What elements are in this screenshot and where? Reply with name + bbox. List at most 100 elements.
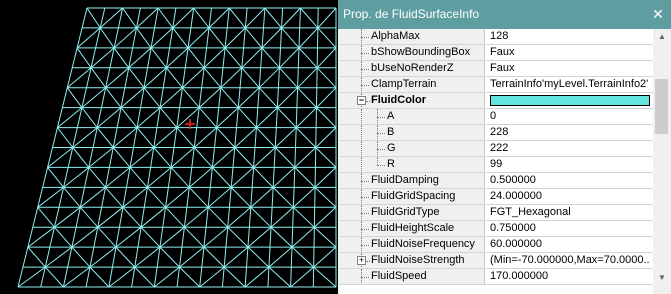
property-row[interactable]: B 228: [340, 125, 653, 141]
mesh-edge: [27, 246, 46, 268]
mesh-edge: [172, 7, 195, 29]
collapse-icon[interactable]: −: [357, 96, 366, 105]
mesh-edge: [120, 107, 138, 128]
property-value[interactable]: 0: [490, 110, 650, 122]
mesh-edge: [208, 7, 230, 29]
property-row-fluid-color[interactable]: − FluidColor: [340, 93, 653, 109]
property-row[interactable]: + FluidNoiseStrength (Min=-70.000000,Max…: [340, 253, 653, 269]
mesh-edge: [147, 187, 166, 208]
scroll-up-icon[interactable]: ▲: [653, 29, 671, 45]
property-name: R: [387, 158, 395, 170]
property-name: FluidDamping: [371, 174, 439, 186]
mesh-edge: [313, 266, 337, 288]
fluid-mesh-wireframe: [17, 7, 337, 288]
property-value[interactable]: TerrainInfo'myLevel.TerrainInfo2': [490, 78, 650, 90]
mesh-edge: [166, 47, 189, 69]
mesh-edge: [298, 47, 318, 69]
mesh-edge: [159, 246, 180, 268]
mesh-edge: [227, 226, 249, 248]
mesh-edge: [294, 167, 316, 188]
property-row[interactable]: ClampTerrain TerrainInfo'myLevel.Terrain…: [340, 77, 653, 93]
property-value[interactable]: 128: [490, 30, 650, 42]
mesh-edge: [316, 107, 337, 128]
mesh-edge: [170, 167, 190, 188]
mesh-edge: [193, 7, 210, 29]
mesh-edge: [281, 27, 300, 49]
property-value[interactable]: 0.500000: [490, 174, 650, 186]
mesh-edge: [54, 226, 73, 248]
mesh-edge: [237, 107, 257, 128]
mesh-edge: [71, 246, 91, 268]
mesh-edge: [314, 187, 337, 208]
mesh-edge: [212, 147, 236, 168]
mesh-edge: [203, 67, 222, 89]
property-row[interactable]: bUseNoRenderZ Faux: [340, 61, 653, 77]
mesh-edge: [140, 206, 166, 228]
mesh-edge: [247, 226, 272, 248]
property-name: FluidNoiseStrength: [371, 254, 465, 266]
mesh-edge: [316, 47, 337, 69]
mesh-edge: [268, 266, 291, 288]
property-name: ClampTerrain: [371, 78, 437, 90]
mesh-edge: [316, 67, 337, 89]
mesh-edge: [315, 127, 337, 148]
mesh-edge: [316, 87, 337, 108]
title-bar[interactable]: Prop. de FluidSurfaceInfo ✕: [338, 0, 671, 29]
expand-icon[interactable]: +: [357, 256, 366, 265]
mesh-edge: [293, 206, 315, 228]
mesh-edge: [159, 107, 178, 128]
mesh-edge: [256, 107, 278, 128]
property-value[interactable]: 24.000000: [490, 190, 650, 202]
close-icon[interactable]: ✕: [649, 5, 667, 23]
mesh-edge: [81, 107, 98, 128]
property-row[interactable]: FluidGridType FGT_Hexagonal: [340, 205, 653, 221]
mesh-edge: [228, 7, 246, 29]
mesh-edge: [313, 206, 337, 228]
property-value[interactable]: 60.000000: [490, 238, 650, 250]
mesh-edge: [147, 167, 172, 188]
color-swatch[interactable]: [490, 95, 650, 106]
mesh-edge: [250, 206, 272, 228]
property-row[interactable]: AlphaMax 128: [340, 29, 653, 45]
property-value[interactable]: Faux: [490, 62, 650, 74]
vertical-scrollbar[interactable]: ▲ ▼: [653, 29, 671, 294]
scroll-down-icon[interactable]: ▼: [653, 270, 671, 286]
property-value[interactable]: FGT_Hexagonal: [490, 206, 650, 218]
property-value[interactable]: (Min=-70.000000,Max=70.0000...: [490, 254, 650, 266]
property-row[interactable]: FluidGridSpacing 24.000000: [340, 189, 653, 205]
property-row[interactable]: FluidDamping 0.500000: [340, 173, 653, 189]
property-row[interactable]: A 0: [340, 109, 653, 125]
property-value[interactable]: 222: [490, 142, 650, 154]
property-name: FluidGridType: [371, 206, 440, 218]
mesh-edge: [300, 7, 319, 29]
viewport-wireframe[interactable]: [0, 0, 339, 294]
property-row[interactable]: bShowBoundingBox Faux: [340, 45, 653, 61]
property-row[interactable]: FluidHeightScale 0.750000: [340, 221, 653, 237]
property-value[interactable]: 170.000000: [490, 270, 650, 282]
mesh-edge: [224, 47, 243, 69]
property-row[interactable]: R 99: [340, 157, 653, 173]
property-row[interactable]: FluidNoiseFrequency 60.000000: [340, 237, 653, 253]
mesh-edge: [313, 226, 337, 248]
property-row[interactable]: FluidSpeed 170.000000: [340, 269, 653, 285]
mesh-edge: [272, 167, 296, 188]
mesh-edge: [188, 187, 209, 208]
property-value[interactable]: Faux: [490, 46, 650, 58]
mesh-edge: [314, 167, 337, 188]
property-value[interactable]: 0.750000: [490, 222, 650, 234]
mesh-edge: [134, 246, 161, 268]
mesh-edge: [37, 206, 55, 228]
property-name: bShowBoundingBox: [371, 46, 471, 58]
property-value[interactable]: 99: [490, 158, 650, 170]
mesh-edge: [295, 107, 317, 128]
property-name: FluidGridSpacing: [371, 190, 456, 202]
property-row[interactable]: G 222: [340, 141, 653, 157]
mesh-edge: [274, 147, 296, 168]
scrollbar-thumb[interactable]: [655, 79, 668, 134]
mesh-edge: [253, 167, 274, 188]
mesh-edge: [89, 266, 110, 288]
property-value[interactable]: 228: [490, 126, 650, 138]
mesh-edge: [293, 187, 316, 208]
mesh-edge: [298, 27, 319, 49]
mesh-edge: [115, 226, 142, 248]
